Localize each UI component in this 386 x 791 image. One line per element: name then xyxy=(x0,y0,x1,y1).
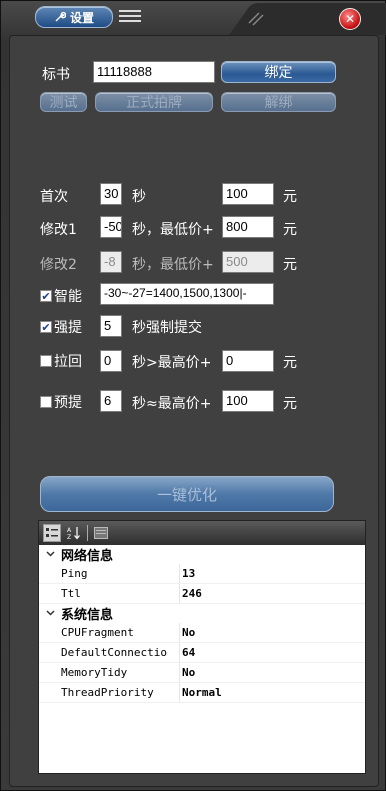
property-value[interactable]: 246 xyxy=(180,584,365,603)
property-row[interactable]: Ttl 246 xyxy=(39,584,365,604)
modify1-label: 修改1 xyxy=(40,222,77,238)
chevron-down-icon[interactable] xyxy=(39,549,61,560)
property-grid: AZ 网络信息 Ping 13 Ttl 246 系统信息 CPUFragment… xyxy=(38,520,366,774)
property-value[interactable]: 13 xyxy=(180,564,365,583)
modify2-label: 修改2 xyxy=(40,257,77,273)
modify2-seconds-input[interactable]: -8 xyxy=(100,251,122,273)
property-value[interactable]: No xyxy=(180,663,365,682)
property-key: DefaultConnectio xyxy=(61,643,180,662)
close-icon: ✕ xyxy=(344,12,356,26)
property-row[interactable]: DefaultConnectio 64 xyxy=(39,643,365,663)
property-row[interactable]: Ping 13 xyxy=(39,564,365,584)
svg-text:A: A xyxy=(67,527,72,534)
property-key: ThreadPriority xyxy=(61,683,180,702)
one-click-optimize-button[interactable]: 一键优化 xyxy=(40,476,334,512)
hamburger-icon[interactable] xyxy=(119,10,141,24)
property-row[interactable]: CPUFragment No xyxy=(39,623,365,643)
property-key: CPUFragment xyxy=(61,623,180,642)
toolbar-separator xyxy=(87,525,88,541)
preset-price-unit: 元 xyxy=(283,396,297,412)
first-price-input[interactable]: 100 xyxy=(222,183,274,205)
title-bar-decoration xyxy=(229,3,386,35)
pullback-text: 秒>最高价+ xyxy=(132,355,212,371)
modify2-price-unit: 元 xyxy=(283,257,297,273)
settings-tab-label: 设置 xyxy=(69,10,94,25)
preset-seconds-input[interactable]: 6 xyxy=(100,390,122,412)
first-seconds-input[interactable]: 30 xyxy=(100,183,122,205)
smart-label: 智能 xyxy=(54,289,82,305)
category-label: 网络信息 xyxy=(61,549,114,564)
force-submit-text: 秒强制提交 xyxy=(132,320,202,336)
first-label: 首次 xyxy=(40,189,68,205)
alphabetical-icon[interactable]: AZ xyxy=(65,524,83,542)
property-value[interactable]: 64 xyxy=(180,643,365,662)
test-button[interactable]: 测试 xyxy=(40,92,87,112)
bid-number-input[interactable]: 11118888 xyxy=(93,61,215,83)
property-grid-toolbar: AZ xyxy=(39,521,365,545)
close-button[interactable]: ✕ xyxy=(339,8,361,30)
force-submit-label: 强提 xyxy=(54,320,82,336)
property-key: MemoryTidy xyxy=(61,663,180,682)
force-seconds-input[interactable]: 5 xyxy=(100,315,122,337)
property-category[interactable]: 网络信息 xyxy=(39,545,365,564)
bind-button[interactable]: 绑定 xyxy=(221,61,336,83)
chevron-down-icon[interactable] xyxy=(39,608,61,619)
property-key: Ttl xyxy=(61,584,180,603)
categorized-icon[interactable] xyxy=(43,524,61,542)
category-label: 系统信息 xyxy=(61,608,114,623)
pullback-checkbox[interactable] xyxy=(40,355,52,367)
preset-text: 秒≈最高价+ xyxy=(132,396,212,412)
title-bar: 设置 ✕ xyxy=(1,1,386,35)
property-row[interactable]: ThreadPriority Normal xyxy=(39,683,365,703)
bid-label: 标书 xyxy=(42,67,70,83)
checkmark-icon: ✔ xyxy=(41,289,51,303)
settings-window: 设置 ✕ 标书 11118888 绑定 测试 正式拍牌 解绑 首次 30 秒 1… xyxy=(0,0,386,791)
modify1-text: 秒，最低价+ xyxy=(132,222,214,238)
wrench-icon xyxy=(55,11,66,22)
settings-tab-button[interactable]: 设置 xyxy=(35,6,113,28)
formal-bid-button[interactable]: 正式拍牌 xyxy=(95,92,213,112)
svg-text:Z: Z xyxy=(67,534,71,540)
modify2-text: 秒，最低价+ xyxy=(132,257,214,273)
first-price-unit: 元 xyxy=(283,189,297,205)
pullback-label: 拉回 xyxy=(54,354,82,370)
pullback-seconds-input[interactable]: 0 xyxy=(100,350,122,372)
checkmark-icon: ✔ xyxy=(41,320,51,334)
force-submit-checkbox[interactable]: ✔ xyxy=(40,321,52,333)
pullback-price-unit: 元 xyxy=(283,355,297,371)
smart-formula-input[interactable]: -30~-27=1400,1500,1300|- xyxy=(100,283,274,305)
first-seconds-unit: 秒 xyxy=(132,189,146,205)
modify1-seconds-input[interactable]: -50 xyxy=(100,216,122,238)
modify2-price-input[interactable]: 500 xyxy=(222,251,274,273)
pullback-price-input[interactable]: 0 xyxy=(222,350,274,372)
smart-checkbox[interactable]: ✔ xyxy=(40,290,52,302)
property-key: Ping xyxy=(61,564,180,583)
property-pages-icon[interactable] xyxy=(92,524,110,542)
property-value[interactable]: Normal xyxy=(180,683,365,702)
preset-price-input[interactable]: 100 xyxy=(222,390,274,412)
unbind-button[interactable]: 解绑 xyxy=(221,92,336,112)
preset-checkbox[interactable] xyxy=(40,396,52,408)
property-value[interactable]: No xyxy=(180,623,365,642)
modify1-price-unit: 元 xyxy=(283,222,297,238)
modify1-price-input[interactable]: 800 xyxy=(222,216,274,238)
settings-panel: 标书 11118888 绑定 测试 正式拍牌 解绑 首次 30 秒 100 元 … xyxy=(9,35,379,787)
preset-label: 预提 xyxy=(54,395,82,411)
property-category[interactable]: 系统信息 xyxy=(39,604,365,623)
property-row[interactable]: MemoryTidy No xyxy=(39,663,365,683)
